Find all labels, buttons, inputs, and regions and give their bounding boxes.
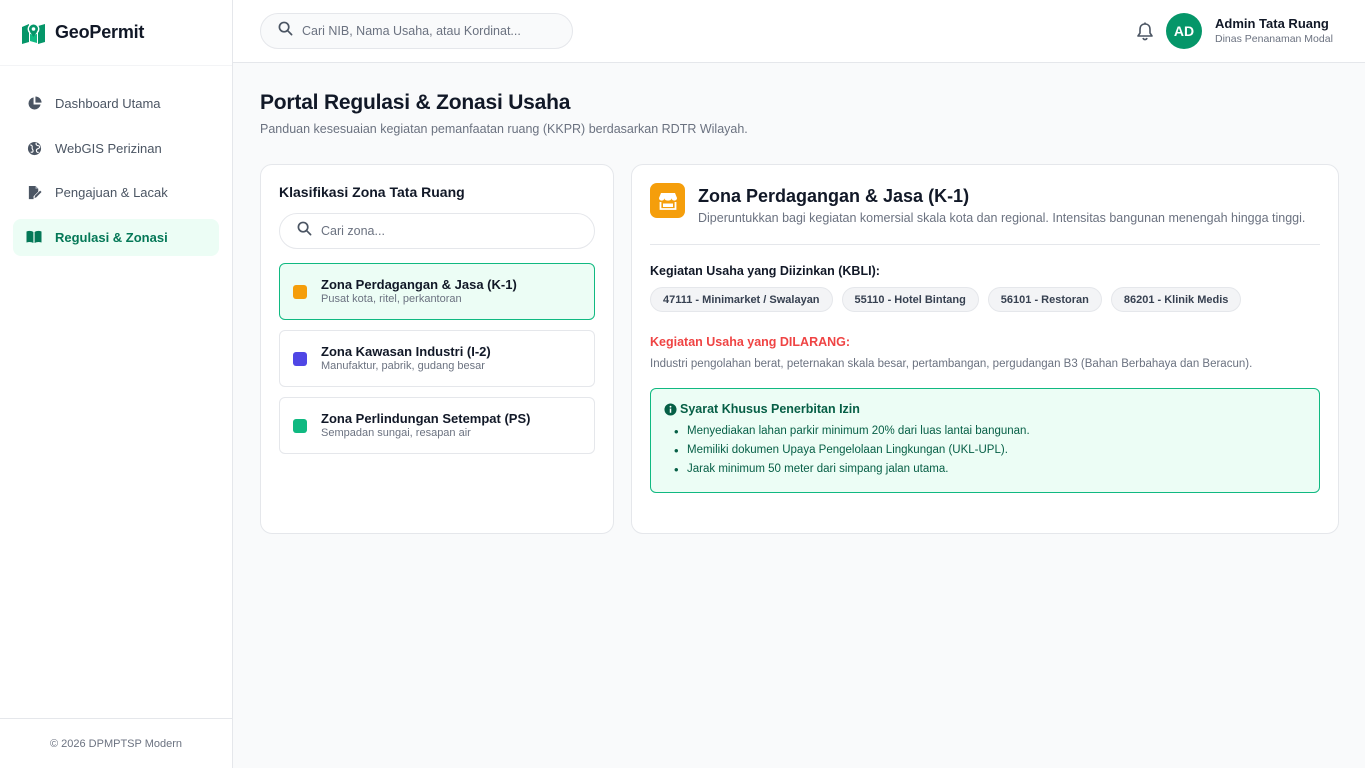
brand[interactable]: GeoPermit	[0, 0, 232, 66]
allowed-activities-label: Kegiatan Usaha yang Diizinkan (KBLI):	[650, 264, 880, 278]
sidebar-item-webgis[interactable]: WebGIS Perizinan	[13, 130, 219, 167]
zone-detail-panel: Zona Perdagangan & Jasa (K-1) Diperuntuk…	[631, 164, 1339, 534]
sidebar-footer: © 2026 DPMPTSP Modern	[0, 718, 232, 768]
special-requirements-box: Syarat Khusus Penerbitan Izin Menyediaka…	[650, 388, 1320, 493]
globe-icon	[26, 140, 42, 156]
zone-name: Zona Perlindungan Setempat (PS)	[321, 411, 531, 426]
zone-color-swatch	[293, 351, 307, 366]
zone-name: Zona Perdagangan & Jasa (K-1)	[321, 277, 517, 292]
zone-item-ps[interactable]: Zona Perlindungan Setempat (PS) Sempadan…	[279, 397, 595, 454]
zone-search[interactable]	[279, 213, 595, 249]
kbli-tag: 86201 - Klinik Medis	[1110, 287, 1242, 312]
sidebar-item-label: Dashboard Utama	[55, 96, 161, 111]
zone-color-swatch	[293, 418, 307, 433]
sidebar-nav: Dashboard Utama WebGIS Perizinan Pengaju…	[0, 66, 232, 256]
sidebar-item-label: Pengajuan & Lacak	[55, 185, 168, 200]
store-icon	[650, 183, 685, 218]
book-open-icon	[26, 229, 42, 245]
zone-search-input[interactable]	[321, 224, 571, 238]
sidebar-item-pengajuan[interactable]: Pengajuan & Lacak	[13, 174, 219, 211]
user-role: Dinas Penanaman Modal	[1215, 33, 1333, 45]
avatar[interactable]: AD	[1166, 13, 1202, 49]
requirements-list: Menyediakan lahan parkir minimum 20% dar…	[664, 422, 1306, 479]
zone-item-i2[interactable]: Zona Kawasan Industri (I-2) Manufaktur, …	[279, 330, 595, 387]
kbli-tag: 47111 - Minimarket / Swalayan	[650, 287, 833, 312]
user-name: Admin Tata Ruang	[1215, 16, 1329, 31]
search-icon	[278, 21, 293, 41]
list-item: Jarak minimum 50 meter dari simpang jala…	[674, 460, 1306, 479]
kbli-tag: 56101 - Restoran	[987, 287, 1102, 312]
zone-detail-header: Zona Perdagangan & Jasa (K-1) Diperuntuk…	[650, 183, 1320, 245]
sidebar: GeoPermit Dashboard Utama WebGIS Perizin…	[0, 0, 233, 768]
search-icon	[297, 221, 312, 241]
requirements-title: Syarat Khusus Penerbitan Izin	[664, 402, 1306, 416]
zone-item-k1[interactable]: Zona Perdagangan & Jasa (K-1) Pusat kota…	[279, 263, 595, 320]
zone-desc: Sempadan sungai, resapan air	[321, 427, 471, 439]
list-item: Menyediakan lahan parkir minimum 20% dar…	[674, 422, 1306, 441]
sidebar-item-label: Regulasi & Zonasi	[55, 229, 168, 245]
brand-name: GeoPermit	[55, 22, 145, 42]
requirements-title-text: Syarat Khusus Penerbitan Izin	[680, 402, 860, 416]
pie-chart-icon	[26, 96, 42, 112]
list-item: Memiliki dokumen Upaya Pengelolaan Lingk…	[674, 441, 1306, 460]
bell-icon[interactable]	[1135, 21, 1155, 41]
kbli-tag: 55110 - Hotel Bintang	[841, 287, 979, 312]
allowed-activities-list: 47111 - Minimarket / Swalayan 55110 - Ho…	[650, 287, 1320, 312]
topbar: AD Admin Tata Ruang Dinas Penanaman Moda…	[233, 0, 1365, 63]
sidebar-item-label: WebGIS Perizinan	[55, 140, 162, 156]
sidebar-item-dashboard[interactable]: Dashboard Utama	[13, 85, 219, 122]
zone-name: Zona Kawasan Industri (I-2)	[321, 344, 491, 359]
zone-panel-title: Klasifikasi Zona Tata Ruang	[279, 184, 465, 200]
zone-desc: Pusat kota, ritel, perkantoran	[321, 293, 462, 305]
info-icon	[664, 402, 677, 416]
zone-desc: Manufaktur, pabrik, gudang besar	[321, 360, 485, 372]
zone-classification-panel: Klasifikasi Zona Tata Ruang Zona Perdaga…	[260, 164, 614, 534]
page-subtitle: Panduan kesesuaian kegiatan pemanfaatan …	[260, 122, 748, 136]
map-pin-logo-icon	[21, 22, 46, 44]
global-search[interactable]	[260, 13, 573, 49]
zone-detail-title: Zona Perdagangan & Jasa (K-1)	[698, 186, 970, 206]
file-signature-icon	[26, 185, 42, 201]
page-title: Portal Regulasi & Zonasi Usaha	[260, 91, 571, 114]
zone-detail-desc: Diperuntukkan bagi kegiatan komersial sk…	[698, 211, 1306, 225]
zone-color-swatch	[293, 284, 307, 299]
global-search-input[interactable]	[302, 24, 542, 38]
forbidden-activities-label: Kegiatan Usaha yang DILARANG:	[650, 335, 851, 349]
sidebar-item-regulasi[interactable]: Regulasi & Zonasi	[13, 218, 219, 256]
forbidden-activities-text: Industri pengolahan berat, peternakan sk…	[650, 358, 1253, 370]
user-info: Admin Tata Ruang Dinas Penanaman Modal	[1215, 16, 1333, 46]
